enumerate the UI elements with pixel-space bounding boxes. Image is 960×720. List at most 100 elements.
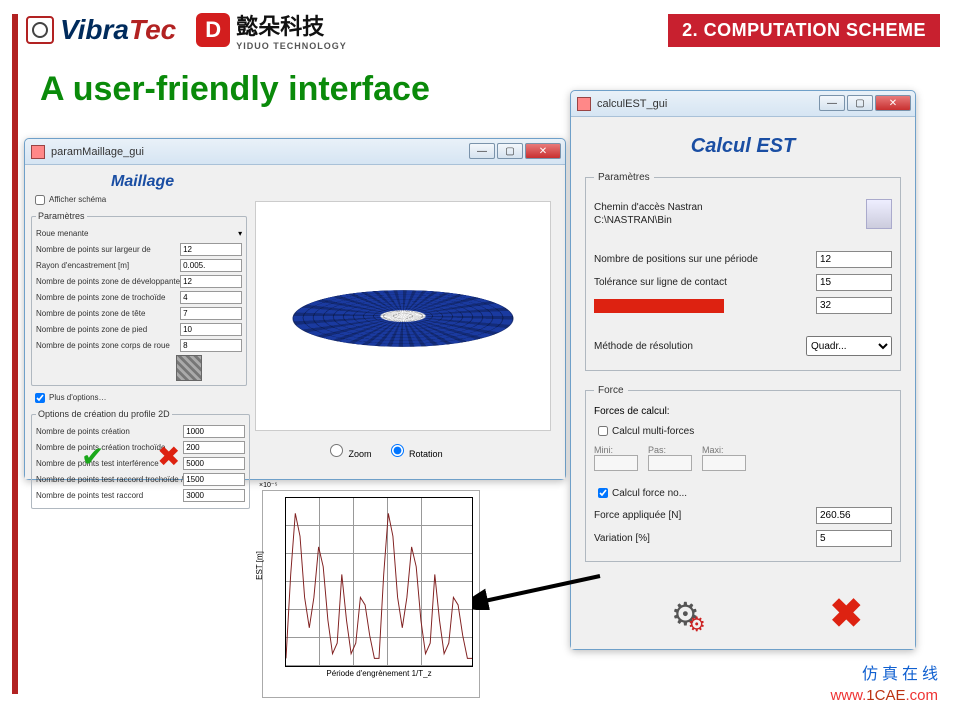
o-input[interactable] bbox=[183, 425, 245, 438]
est-force-legend: Force bbox=[594, 385, 628, 396]
p-label: Nombre de points zone corps de roue bbox=[36, 341, 180, 350]
validate-button[interactable]: ✔ bbox=[81, 443, 104, 471]
o-input[interactable] bbox=[183, 489, 245, 502]
positions-label: Nombre de positions sur une période bbox=[594, 254, 816, 265]
dropdown-icon[interactable]: ▾ bbox=[238, 229, 242, 238]
minimize-button[interactable]: — bbox=[469, 143, 495, 159]
p-input[interactable] bbox=[180, 243, 242, 256]
slide-accent-bar bbox=[12, 14, 18, 694]
brand-vibra: Vibra bbox=[60, 14, 129, 46]
cancel-button[interactable]: ✖ bbox=[829, 591, 863, 637]
matlab-icon bbox=[31, 145, 45, 159]
method-label: Méthode de résolution bbox=[594, 341, 806, 352]
cancel-button[interactable]: ✖ bbox=[157, 443, 180, 471]
o-input[interactable] bbox=[183, 441, 245, 454]
plus-options-checkbox[interactable] bbox=[35, 393, 45, 403]
watermark-url: www.1CAE.com bbox=[830, 687, 938, 704]
p-input[interactable] bbox=[180, 291, 242, 304]
pas-label: Pas: bbox=[648, 445, 692, 455]
matlab-icon bbox=[577, 97, 591, 111]
minimize-button[interactable]: — bbox=[819, 95, 845, 111]
yiduo-cn: 懿朵科技 bbox=[236, 9, 347, 41]
mini-input[interactable] bbox=[594, 455, 638, 471]
force-nominale-label: Calcul force no... bbox=[612, 488, 892, 499]
maximize-button[interactable]: ▢ bbox=[497, 143, 523, 159]
positions-input[interactable] bbox=[816, 251, 892, 268]
close-button[interactable]: ✕ bbox=[525, 143, 561, 159]
maillage-window: paramMaillage_gui — ▢ ✕ Maillage Affiche… bbox=[24, 138, 566, 480]
tol-contact-label: Tolérance sur ligne de contact bbox=[594, 277, 816, 288]
p-input[interactable] bbox=[180, 275, 242, 288]
watermark-cn: 仿 真 在 线 bbox=[862, 660, 938, 684]
options-2d-legend: Options de création du profile 2D bbox=[36, 409, 172, 419]
brand-tec: Tec bbox=[129, 14, 176, 46]
force-appliquee-input[interactable] bbox=[816, 507, 892, 524]
roue-menante-label: Roue menante bbox=[36, 229, 238, 238]
rotation-radio[interactable]: Rotation bbox=[386, 441, 443, 459]
vibratec-icon bbox=[26, 16, 54, 44]
folder-icon[interactable] bbox=[866, 199, 892, 229]
o-input[interactable] bbox=[183, 473, 245, 486]
p-input[interactable] bbox=[180, 307, 242, 320]
afficher-schema-checkbox[interactable] bbox=[35, 195, 45, 205]
est-result-chart: ×10⁻⁵ EST [m] Période d'engrènement 1/T_… bbox=[262, 490, 480, 698]
nastran-label: Chemin d'accès Nastran bbox=[594, 201, 703, 214]
maxi-label: Maxi: bbox=[702, 445, 746, 455]
yiduo-logo: D 懿朵科技 YIDUO TECHNOLOGY bbox=[196, 9, 347, 51]
chart-plot-area bbox=[285, 497, 473, 667]
yiduo-en: YIDUO TECHNOLOGY bbox=[236, 41, 347, 51]
p-label: Nombre de points zone de pied bbox=[36, 325, 180, 334]
parametres-legend: Paramètres bbox=[36, 211, 87, 221]
o-input[interactable] bbox=[183, 457, 245, 470]
yiduo-icon: D bbox=[196, 13, 230, 47]
parametres-group: Paramètres Roue menante▾ Nombre de point… bbox=[31, 211, 247, 386]
section-banner: 2. COMPUTATION SCHEME bbox=[668, 14, 940, 47]
force-nominale-checkbox[interactable] bbox=[598, 488, 608, 498]
mesh-icon[interactable] bbox=[176, 355, 202, 381]
p-label: Nombre de points zone de tête bbox=[36, 309, 180, 318]
maillage-heading: Maillage bbox=[111, 173, 559, 191]
nastran-path-value: C:\NASTRAN\Bin bbox=[594, 214, 703, 227]
calcul-est-window: calculEST_gui — ▢ ✕ Calcul EST Paramètre… bbox=[570, 90, 916, 650]
maillage-window-title: paramMaillage_gui bbox=[51, 146, 144, 158]
gear-disk-mesh bbox=[282, 290, 523, 347]
mesh-3d-view[interactable] bbox=[255, 201, 551, 431]
o-label: Nombre de points test raccord trochoïde … bbox=[36, 475, 183, 484]
chart-ylabel: EST [m] bbox=[255, 551, 264, 580]
p-label: Nombre de points sur largeur de bbox=[36, 245, 180, 254]
p-label: Nombre de points zone de trochoïde bbox=[36, 293, 180, 302]
tol-angle-input[interactable] bbox=[816, 297, 892, 314]
plus-options-label: Plus d'options… bbox=[49, 393, 231, 402]
est-force-group: Force Forces de calcul: Calcul multi-for… bbox=[585, 385, 901, 562]
calcul-est-titlebar[interactable]: calculEST_gui — ▢ ✕ bbox=[571, 91, 915, 117]
p-input[interactable] bbox=[180, 259, 242, 272]
vibratec-logo: VibraTec bbox=[26, 14, 176, 46]
multi-forces-label: Calcul multi-forces bbox=[612, 426, 892, 437]
tol-contact-input[interactable] bbox=[816, 274, 892, 291]
run-button[interactable]: ⚙⚙ bbox=[671, 595, 718, 633]
calcul-est-heading: Calcul EST bbox=[583, 135, 903, 158]
variation-label: Variation [%] bbox=[594, 533, 816, 544]
force-appliquee-label: Force appliquée [N] bbox=[594, 510, 816, 521]
zoom-radio[interactable]: Zoom bbox=[325, 441, 372, 459]
pas-input[interactable] bbox=[648, 455, 692, 471]
o-label: Nombre de points création bbox=[36, 427, 183, 436]
close-button[interactable]: ✕ bbox=[875, 95, 911, 111]
mini-label: Mini: bbox=[594, 445, 638, 455]
calcul-est-title: calculEST_gui bbox=[597, 98, 667, 110]
chart-y-scale: ×10⁻⁵ bbox=[259, 481, 277, 489]
maximize-button[interactable]: ▢ bbox=[847, 95, 873, 111]
o-label: Nombre de points test raccord bbox=[36, 491, 183, 500]
p-input[interactable] bbox=[180, 323, 242, 336]
page-title: A user-friendly interface bbox=[40, 70, 430, 109]
p-input[interactable] bbox=[180, 339, 242, 352]
multi-forces-checkbox[interactable] bbox=[598, 426, 608, 436]
maillage-titlebar[interactable]: paramMaillage_gui — ▢ ✕ bbox=[25, 139, 565, 165]
options-2d-group: Options de création du profile 2D Nombre… bbox=[31, 409, 250, 509]
chart-xlabel: Période d'engrènement 1/T_z bbox=[285, 669, 473, 678]
maxi-input[interactable] bbox=[702, 455, 746, 471]
p-label: Nombre de points zone de développante bbox=[36, 277, 180, 286]
variation-input[interactable] bbox=[816, 530, 892, 547]
p-label: Rayon d'encastrement [m] bbox=[36, 261, 180, 270]
method-select[interactable]: Quadr... bbox=[806, 336, 892, 356]
